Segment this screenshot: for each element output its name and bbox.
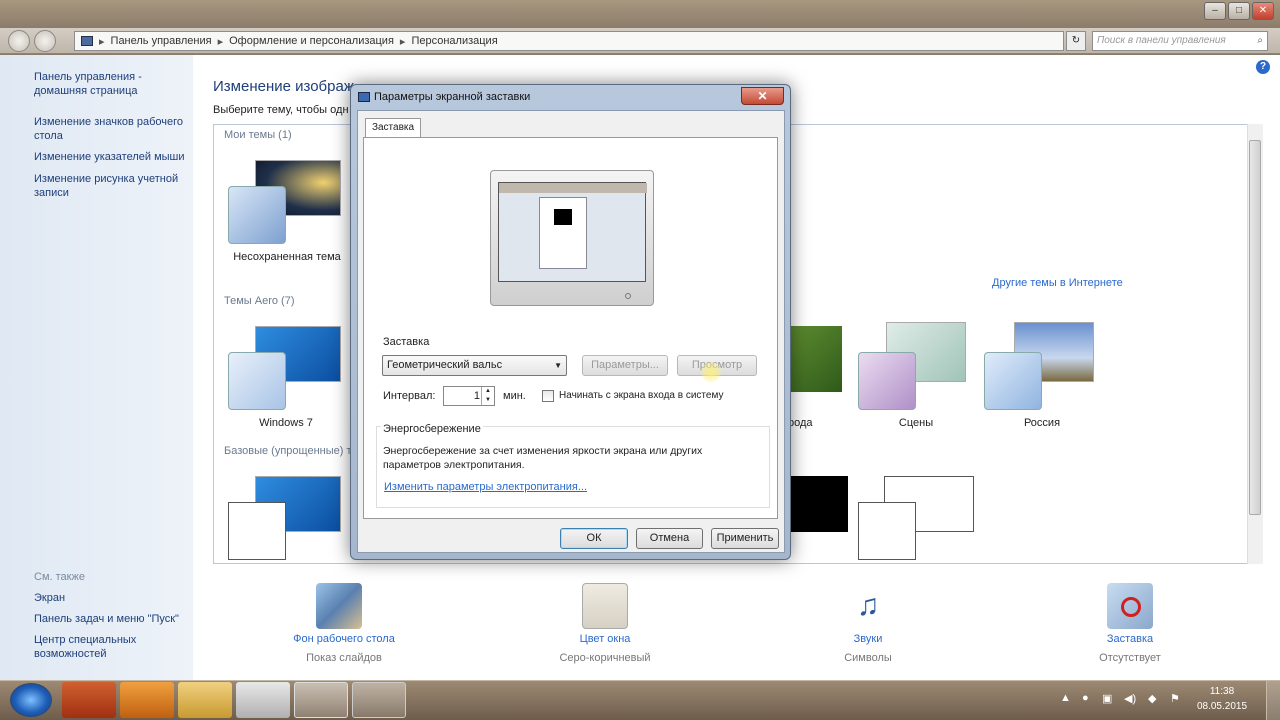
taskbar-media-player-icon[interactable] — [120, 682, 174, 718]
search-icon: ⌕ — [1257, 35, 1263, 46]
dialog-title: Параметры экранной заставки — [374, 91, 531, 103]
params-button[interactable]: Параметры... — [582, 355, 668, 376]
mouse-cursor-highlight — [701, 362, 721, 382]
sidebar-link-ease-of-access[interactable]: Центр специальных возможностей — [34, 633, 190, 661]
screensaver-label: Заставка — [383, 336, 430, 348]
start-button[interactable] — [10, 683, 52, 717]
page-title: Изменение изображ — [213, 78, 354, 95]
sidebar-link-account-picture[interactable]: Изменение рисунка учетной записи — [34, 172, 190, 200]
window-color-link[interactable]: Цвет окна — [525, 633, 685, 645]
sounds-value: Символы — [844, 652, 892, 664]
sidebar: Панель управления - домашняя страница Из… — [0, 55, 193, 680]
theme-label: Россия — [1023, 417, 1061, 429]
search-input[interactable]: Поиск в панели управления ⌕ — [1092, 31, 1268, 51]
show-desktop-button[interactable] — [1266, 681, 1280, 720]
chevron-down-icon: ▼ — [554, 361, 562, 370]
interval-unit: мин. — [503, 390, 526, 402]
interval-label: Интервал: — [383, 390, 436, 402]
help-icon[interactable]: ? — [1256, 60, 1270, 74]
more-themes-link[interactable]: Другие темы в Интернете — [992, 277, 1123, 289]
interval-spinner[interactable]: ▲ ▼ — [481, 387, 494, 405]
clock[interactable]: 11:38 08.05.2015 — [1192, 684, 1252, 714]
back-button[interactable] — [8, 30, 30, 52]
maximize-button[interactable]: □ — [1228, 2, 1250, 20]
desktop-background-link[interactable]: Фон рабочего стола — [264, 633, 424, 645]
ok-button[interactable]: ОК — [560, 528, 628, 549]
theme-label: Несохраненная тема — [233, 251, 341, 263]
energy-text: Энергосбережение за счет изменения яркос… — [383, 445, 703, 471]
tray-language-icon[interactable]: ◆ — [1148, 692, 1156, 705]
theme-color-swatch — [228, 186, 286, 244]
theme-label: рода — [788, 417, 813, 429]
screensaver-value: Отсутствует — [1099, 652, 1161, 664]
breadcrumb-item[interactable]: Персонализация — [411, 35, 497, 47]
theme-color-swatch — [858, 502, 916, 560]
clock-time: 11:38 — [1209, 686, 1235, 697]
taskbar-control-panel-icon[interactable] — [294, 682, 348, 718]
address-bar[interactable]: ▸ Панель управления ▸ Оформление и персо… — [74, 31, 1064, 51]
screensaver-link[interactable]: Заставка — [1050, 633, 1210, 645]
sounds-icon[interactable]: ♫ — [845, 583, 891, 629]
theme-label: Windows 7 — [259, 417, 313, 429]
group-my-themes: Мои темы (1) — [224, 129, 292, 141]
group-basic-themes: Базовые (упрощенные) т — [224, 445, 352, 457]
desktop-background-value: Показ слайдов — [306, 652, 382, 664]
tray-app-icon[interactable]: ● — [1082, 692, 1089, 704]
power-settings-link[interactable]: Изменить параметры электропитания... — [384, 481, 587, 493]
refresh-icon[interactable]: ↻ — [1066, 31, 1086, 51]
clock-date: 08.05.2015 — [1196, 701, 1248, 712]
desktop-background-icon[interactable] — [316, 583, 362, 629]
volume-icon[interactable]: ◀) — [1124, 692, 1136, 705]
no-entry-icon — [1121, 597, 1141, 617]
theme-color-swatch — [984, 352, 1042, 410]
apply-button[interactable]: Применить — [711, 528, 779, 549]
taskbar-explorer-icon[interactable] — [178, 682, 232, 718]
control-panel-icon — [81, 36, 93, 46]
dialog-close-button[interactable]: ✕ — [741, 87, 784, 105]
tab-screensaver[interactable]: Заставка — [365, 118, 421, 138]
window-color-value: Серо-коричневый — [559, 652, 651, 664]
logon-checkbox[interactable] — [542, 390, 554, 402]
navigation-bar: ▸ Панель управления ▸ Оформление и персо… — [0, 28, 1280, 54]
cancel-button[interactable]: Отмена — [636, 528, 703, 549]
theme-color-swatch — [228, 502, 286, 560]
sidebar-link-home[interactable]: Панель управления - домашняя страница — [34, 70, 190, 98]
taskbar-notepad-icon[interactable] — [236, 682, 290, 718]
screensaver-icon[interactable] — [1107, 583, 1153, 629]
preview-screen — [498, 182, 647, 282]
tray-expand-icon[interactable]: ▲ — [1060, 692, 1071, 704]
sidebar-link-taskbar[interactable]: Панель задач и меню "Пуск" — [34, 612, 190, 626]
theme-label: Сцены — [898, 417, 934, 429]
taskbar-powerpoint-icon[interactable] — [62, 682, 116, 718]
dialog-monitor-icon — [358, 92, 370, 102]
energy-heading: Энергосбережение — [381, 423, 483, 435]
window-title-bar — [0, 0, 1280, 30]
theme-wallpaper-preview — [790, 326, 842, 392]
logon-checkbox-label: Начинать с экрана входа в систему — [559, 390, 724, 401]
close-button[interactable]: ✕ — [1252, 2, 1274, 20]
breadcrumb-item[interactable]: Панель управления — [111, 35, 212, 47]
action-center-flag-icon[interactable]: ⚑ — [1170, 692, 1180, 705]
sidebar-link-desktop-icons[interactable]: Изменение значков рабочего стола — [34, 115, 190, 143]
window-controls: – □ ✕ — [1204, 2, 1274, 22]
see-also-heading: См. также — [34, 571, 85, 583]
taskbar-screensaver-window-icon[interactable] — [352, 682, 406, 718]
tray-network-icon[interactable]: ▣ — [1102, 692, 1112, 705]
page-subtitle: Выберите тему, чтобы одн — [213, 104, 349, 116]
group-aero-themes: Темы Aero (7) — [224, 295, 295, 307]
minimize-button[interactable]: – — [1204, 2, 1226, 20]
sidebar-link-display[interactable]: Экран — [34, 591, 190, 605]
window-color-icon[interactable] — [582, 583, 628, 629]
theme-color-swatch — [858, 352, 916, 410]
power-led-icon — [625, 293, 631, 299]
theme-wallpaper-preview — [790, 476, 848, 532]
theme-color-swatch — [228, 352, 286, 410]
screensaver-select[interactable]: Геометрический вальс ▼ — [382, 355, 567, 376]
breadcrumb-item[interactable]: Оформление и персонализация — [229, 35, 394, 47]
forward-button[interactable] — [34, 30, 56, 52]
scrollbar-thumb[interactable] — [1249, 140, 1261, 515]
sidebar-link-mouse-pointers[interactable]: Изменение указателей мыши — [34, 150, 190, 164]
sounds-link[interactable]: Звуки — [788, 633, 948, 645]
